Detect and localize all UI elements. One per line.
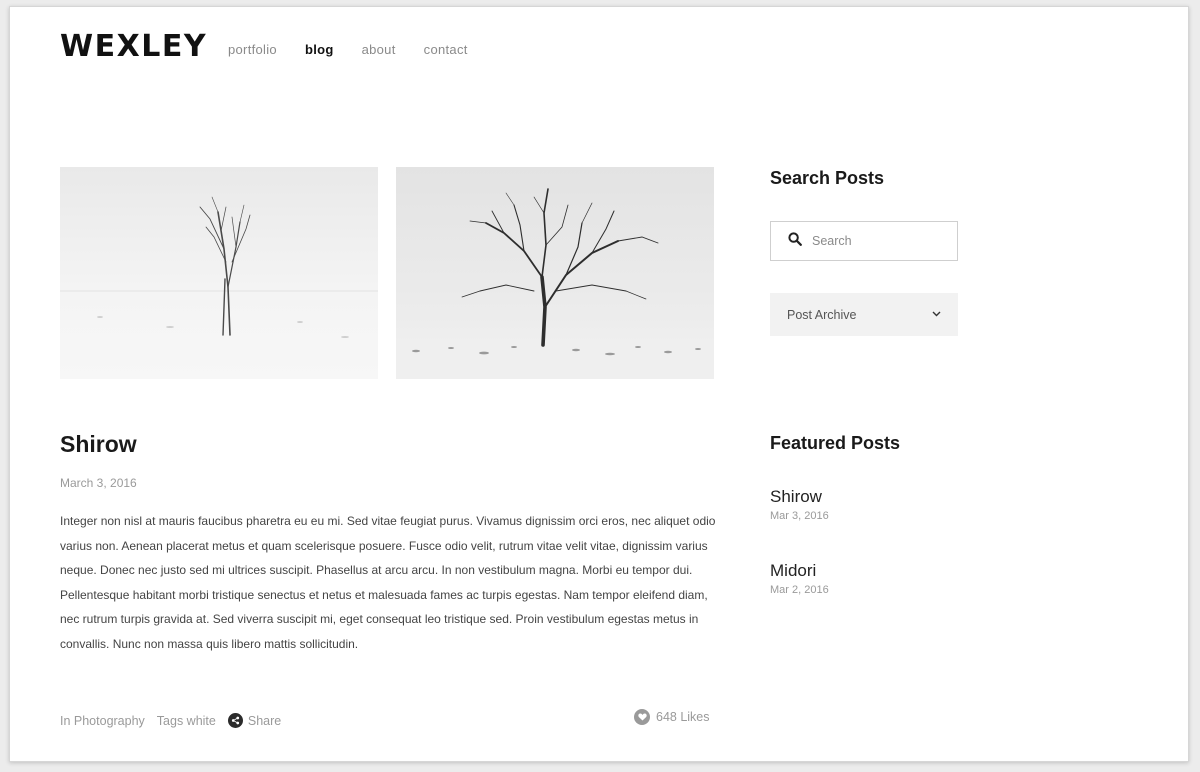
featured-post-title[interactable]: Midori [770, 561, 829, 581]
nav-about[interactable]: about [362, 42, 396, 57]
featured-post-item[interactable]: Shirow Mar 3, 2016 [770, 487, 829, 522]
post-title[interactable]: Shirow [60, 431, 137, 458]
search-field[interactable] [770, 221, 958, 261]
post-photo-large-tree[interactable] [396, 167, 714, 379]
post-body: Integer non nisl at mauris faucibus phar… [60, 514, 716, 651]
post-photo-thin-tree[interactable] [60, 167, 378, 379]
share-icon [227, 713, 243, 728]
share-label: Share [247, 713, 282, 728]
featured-post-item[interactable]: Midori Mar 2, 2016 [770, 561, 829, 596]
nav-contact[interactable]: contact [424, 42, 468, 57]
featured-posts-heading: Featured Posts [770, 433, 901, 453]
search-posts-heading: Search Posts [770, 168, 885, 188]
post-category-link[interactable]: In Photography [60, 714, 145, 728]
site-logo[interactable]: WEXLEY [60, 29, 207, 64]
share-button[interactable]: Share [227, 713, 282, 728]
search-input[interactable] [812, 234, 942, 248]
post-tags-link[interactable]: Tags white [157, 714, 216, 728]
post-archive-select[interactable]: Post Archive [770, 293, 958, 336]
search-icon [788, 231, 802, 251]
heart-icon [634, 709, 650, 725]
likes-count: 648 Likes [656, 710, 710, 724]
page-frame: WEXLEY portfolio blog about contact Shir… [9, 6, 1189, 762]
post-meta: In Photography Tags white Share [60, 713, 281, 728]
post-date: March 3, 2016 [60, 476, 137, 490]
like-button[interactable]: 648 Likes [634, 709, 710, 725]
featured-post-date: Mar 2, 2016 [770, 584, 829, 596]
main-nav: portfolio blog about contact [228, 42, 496, 57]
nav-portfolio[interactable]: portfolio [228, 42, 277, 57]
featured-post-title[interactable]: Shirow [770, 487, 829, 507]
nav-blog[interactable]: blog [305, 42, 334, 57]
post-archive-label: Post Archive [787, 307, 857, 322]
chevron-down-icon [932, 309, 941, 320]
featured-post-date: Mar 3, 2016 [770, 510, 829, 522]
